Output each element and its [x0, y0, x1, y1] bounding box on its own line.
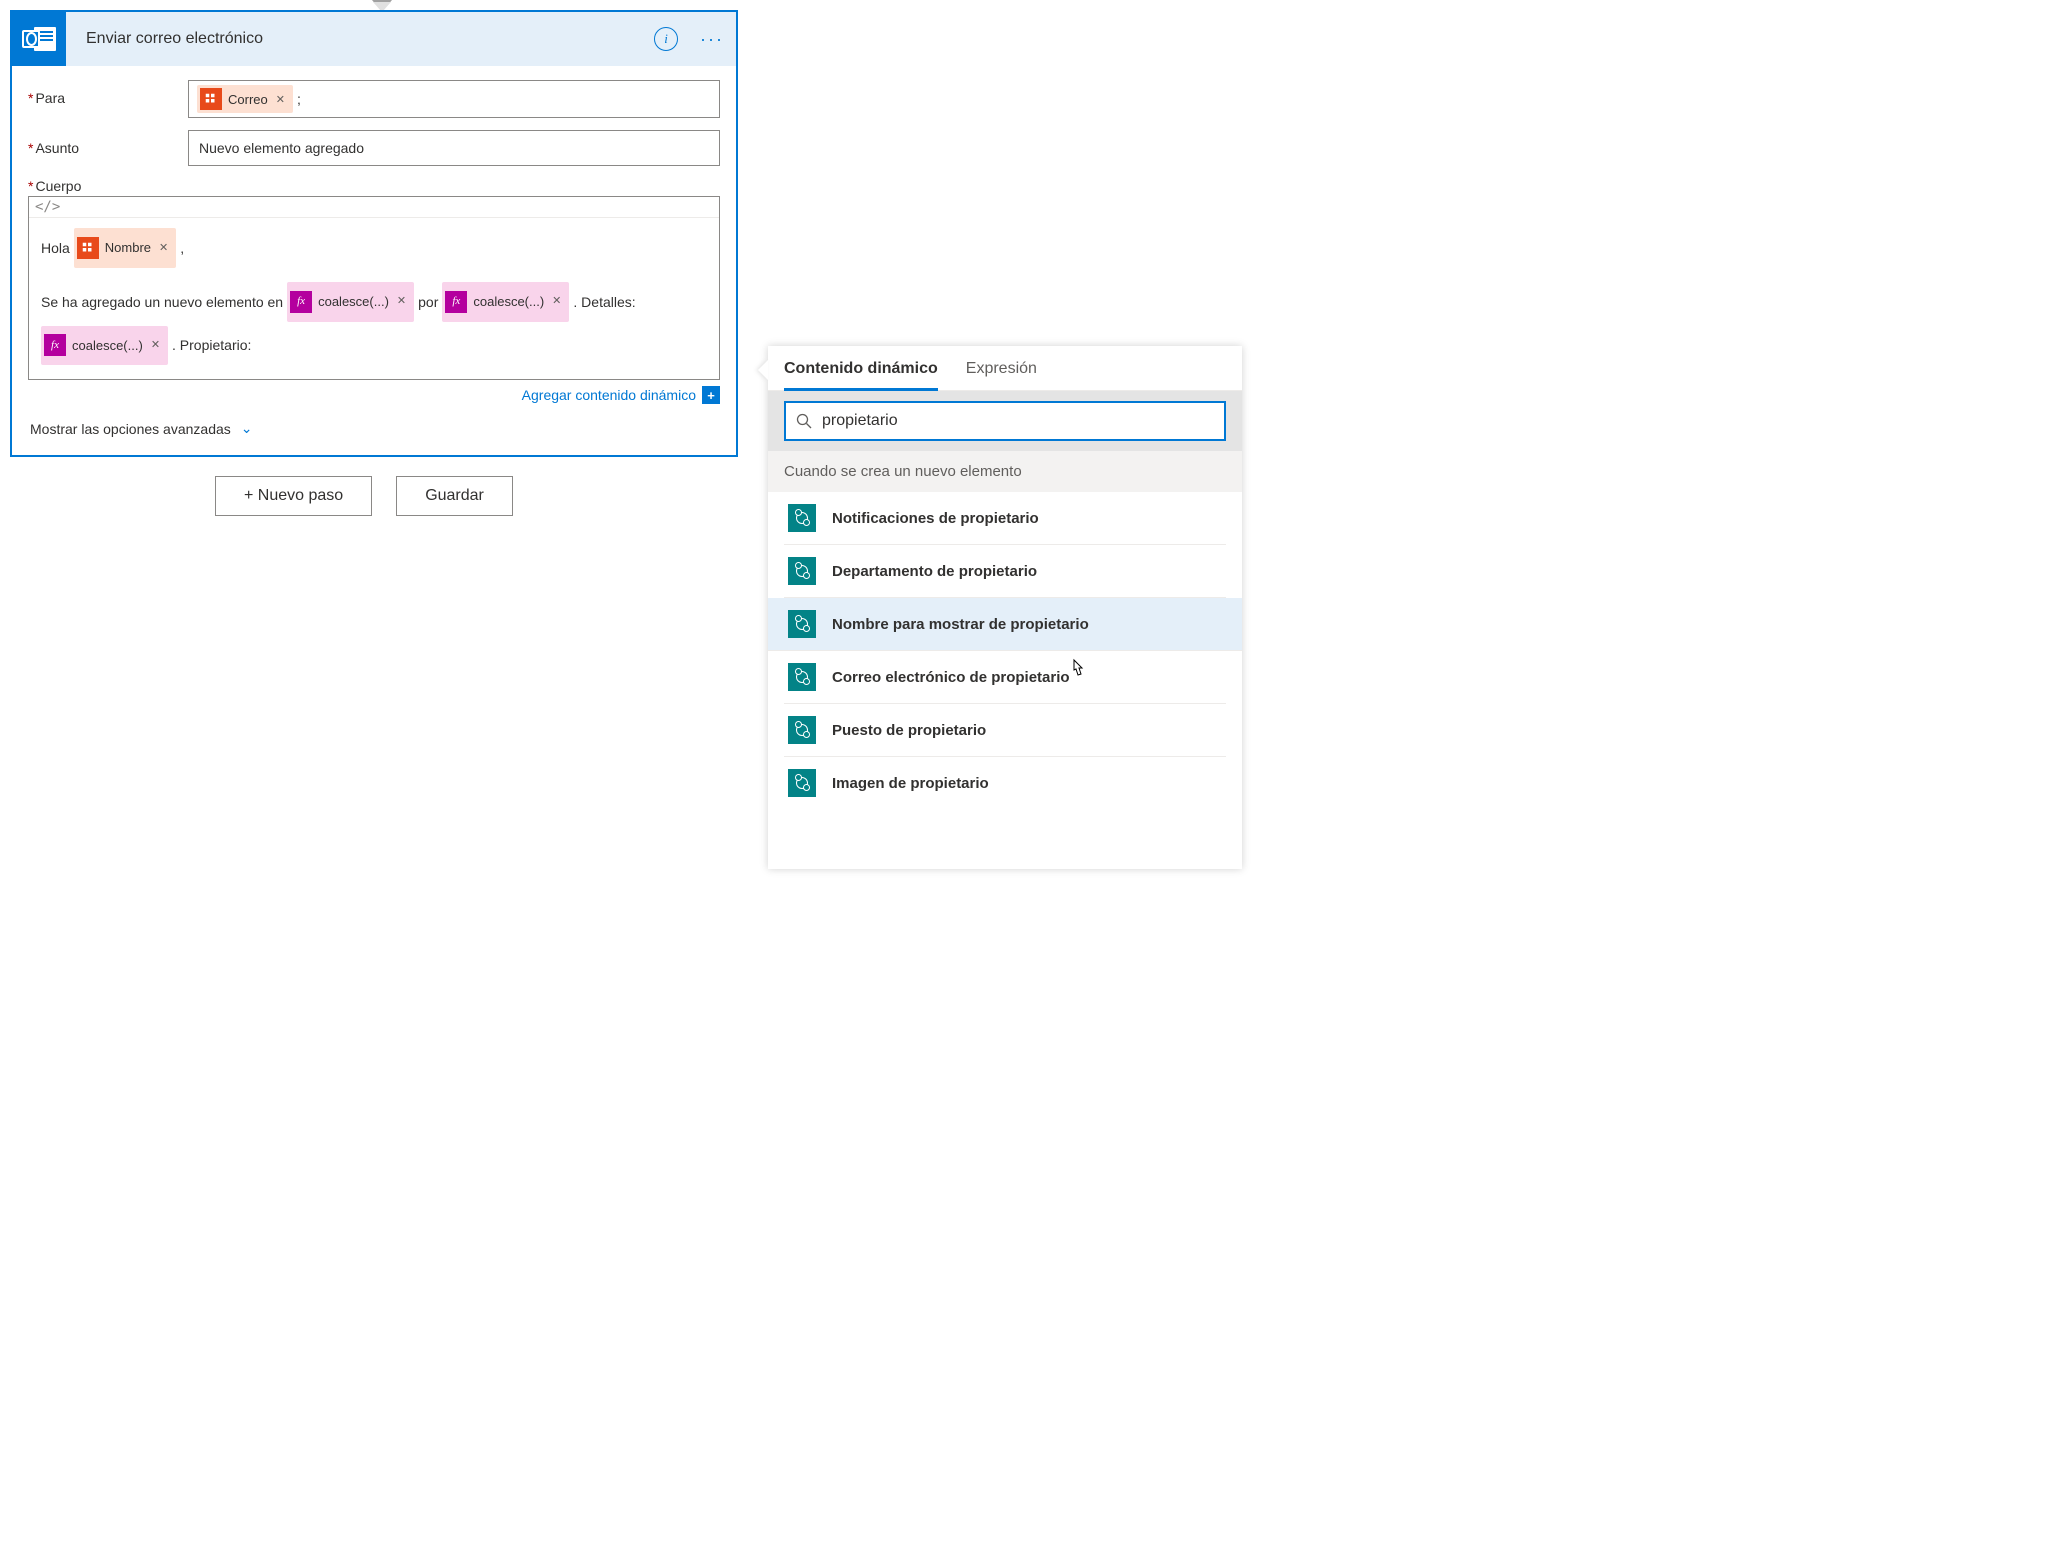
body-content[interactable]: Hola Nombre ✕ , Se ha agregado un nuevo … — [29, 218, 719, 379]
info-icon[interactable]: i — [654, 27, 678, 51]
sharepoint-icon — [788, 610, 816, 638]
dynamic-item[interactable]: Nombre para mostrar de propietario — [768, 598, 1242, 651]
fx-icon: fx — [44, 334, 66, 356]
sharepoint-icon — [788, 769, 816, 797]
fx-icon: fx — [445, 291, 467, 313]
dynamic-item-label: Correo electrónico de propietario — [832, 669, 1070, 686]
card-header[interactable]: Enviar correo electrónico i ··· — [12, 12, 736, 66]
office-icon — [200, 88, 222, 110]
body-editor: </> Hola Nombre ✕ , Se ha agregado un nu… — [28, 196, 720, 380]
save-button[interactable]: Guardar — [396, 476, 513, 516]
separator-text: ; — [297, 91, 301, 107]
action-card: Enviar correo electrónico i ··· *Para Co… — [10, 10, 738, 457]
body-label: *Cuerpo — [28, 178, 720, 194]
outlook-icon — [12, 12, 66, 66]
tab-dynamic-content[interactable]: Contenido dinámico — [784, 360, 938, 391]
token-remove-icon[interactable]: ✕ — [157, 234, 170, 263]
show-advanced-toggle[interactable]: Mostrar las opciones avanzadas ⌄ — [28, 414, 720, 445]
dynamic-item-label: Puesto de propietario — [832, 722, 986, 739]
token-remove-icon[interactable]: ✕ — [149, 331, 162, 360]
dynamic-item[interactable]: Correo electrónico de propietario — [784, 651, 1226, 704]
search-input-wrap[interactable] — [784, 401, 1226, 441]
dynamic-item[interactable]: Puesto de propietario — [784, 704, 1226, 757]
to-input[interactable]: Correo ✕ ; — [188, 80, 720, 118]
fx-icon: fx — [290, 291, 312, 313]
body-text: . Detalles: — [573, 284, 635, 320]
token-remove-icon[interactable]: ✕ — [395, 287, 408, 316]
sharepoint-icon — [788, 663, 816, 691]
add-dynamic-content-link[interactable]: Agregar contenido dinámico — [522, 387, 696, 403]
more-icon[interactable]: ··· — [696, 23, 728, 55]
search-icon — [796, 413, 812, 429]
field-subject-row: *Asunto Nuevo elemento agregado — [28, 130, 720, 166]
dynamic-item[interactable]: Imagen de propietario — [784, 757, 1226, 809]
body-text: . Propietario: — [172, 327, 251, 363]
office-icon — [77, 237, 99, 259]
sharepoint-icon — [788, 716, 816, 744]
dynamic-item-label: Departamento de propietario — [832, 563, 1037, 580]
tab-expression[interactable]: Expresión — [966, 360, 1037, 390]
chevron-down-icon: ⌄ — [241, 420, 253, 437]
field-to-row: *Para Correo ✕ ; — [28, 80, 720, 118]
dynamic-item-label: Nombre para mostrar de propietario — [832, 616, 1089, 633]
dynamic-item-label: Notificaciones de propietario — [832, 510, 1039, 527]
dynamic-item[interactable]: Departamento de propietario — [784, 545, 1226, 598]
plus-icon[interactable]: + — [702, 386, 720, 404]
body-text: , — [180, 230, 184, 266]
subject-label: *Asunto — [28, 130, 188, 156]
body-text: por — [418, 284, 438, 320]
card-title: Enviar correo electrónico — [66, 30, 654, 48]
advanced-label: Mostrar las opciones avanzadas — [30, 421, 231, 437]
sharepoint-icon — [788, 504, 816, 532]
token-coalesce[interactable]: fx coalesce(...) ✕ — [41, 326, 168, 366]
token-correo[interactable]: Correo ✕ — [197, 85, 293, 113]
dynamic-group-header: Cuando se crea un nuevo elemento — [768, 451, 1242, 492]
search-input[interactable] — [822, 412, 1214, 430]
body-text: Se ha agregado un nuevo elemento en — [41, 284, 283, 320]
dynamic-content-panel: Contenido dinámico Expresión Cuando se c… — [768, 346, 1242, 869]
token-coalesce[interactable]: fx coalesce(...) ✕ — [287, 282, 414, 322]
dynamic-item-label: Imagen de propietario — [832, 775, 989, 792]
subject-input[interactable]: Nuevo elemento agregado — [188, 130, 720, 166]
token-remove-icon[interactable]: ✕ — [274, 93, 287, 106]
body-text: Hola — [41, 230, 70, 266]
token-nombre[interactable]: Nombre ✕ — [74, 228, 176, 268]
dynamic-item[interactable]: Notificaciones de propietario — [784, 492, 1226, 545]
code-view-toggle[interactable]: </> — [29, 197, 719, 218]
token-coalesce[interactable]: fx coalesce(...) ✕ — [442, 282, 569, 322]
token-remove-icon[interactable]: ✕ — [550, 287, 563, 316]
to-label: *Para — [28, 80, 188, 106]
sharepoint-icon — [788, 557, 816, 585]
new-step-button[interactable]: + Nuevo paso — [215, 476, 372, 516]
